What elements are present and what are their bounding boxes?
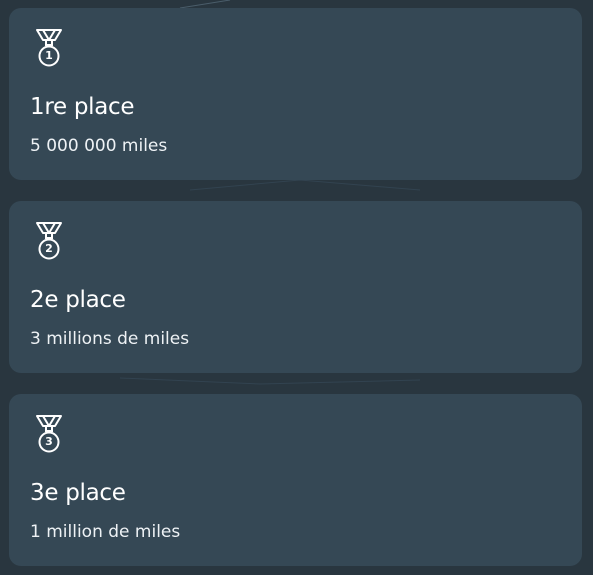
medal-icon: 1 [32,27,66,69]
place-title: 3e place [30,480,126,506]
reward-card-third: 3 3e place 1 million de miles [9,394,582,566]
medal-rank: 3 [45,435,53,448]
place-prize: 1 million de miles [30,522,181,542]
medal-rank: 1 [45,49,53,62]
place-prize: 5 000 000 miles [30,136,168,156]
reward-card-first: 1 1re place 5 000 000 miles [9,8,582,180]
place-prize: 3 millions de miles [30,329,190,349]
reward-card-second: 2 2e place 3 millions de miles [9,201,582,373]
medal-icon: 3 [32,413,66,455]
place-title: 1re place [30,94,135,120]
place-title: 2e place [30,287,126,313]
rewards-list: 1 1re place 5 000 000 miles 2 2e place 3… [9,8,582,566]
medal-icon: 2 [32,220,66,262]
medal-rank: 2 [45,242,53,255]
